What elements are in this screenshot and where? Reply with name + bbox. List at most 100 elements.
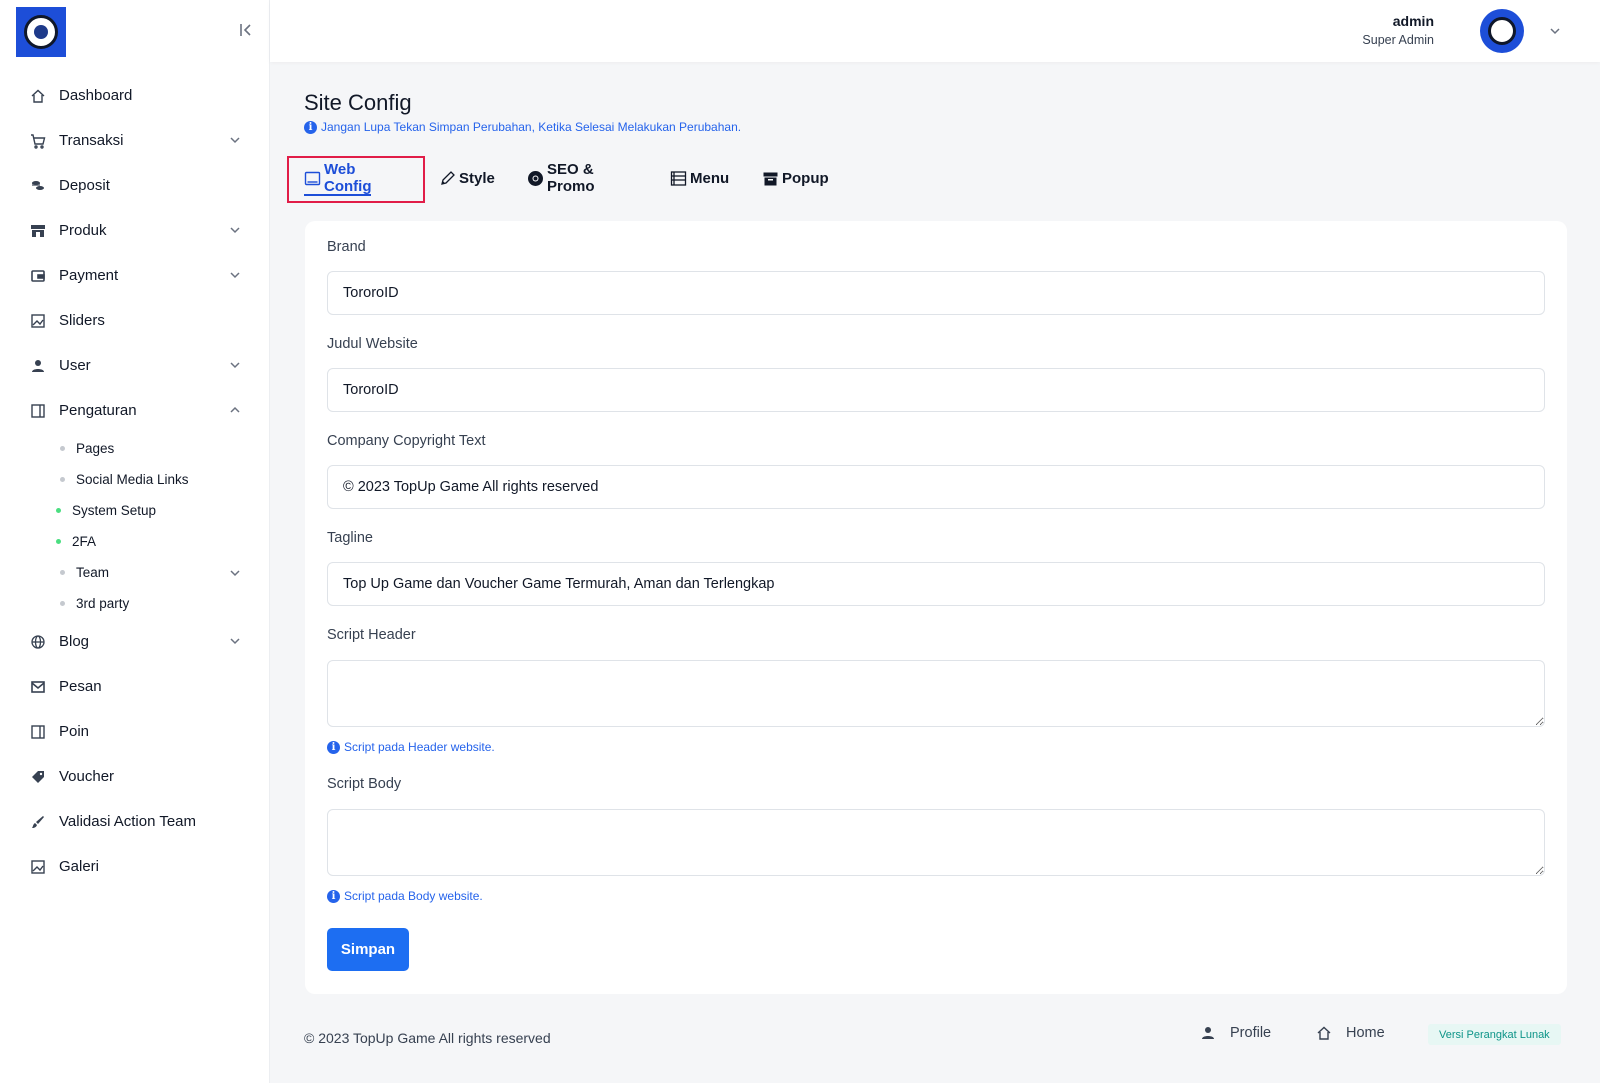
bullet-dot xyxy=(60,446,65,451)
sidebar-item-galeri[interactable]: Galeri xyxy=(0,844,270,889)
sidebar-item-validasi-action-team[interactable]: Validasi Action Team xyxy=(0,799,270,844)
bullet-dot xyxy=(60,570,65,575)
bullet-dot xyxy=(60,601,65,606)
version-badge[interactable]: Versi Perangkat Lunak xyxy=(1428,1024,1561,1045)
tab-style[interactable]: Style xyxy=(439,155,495,201)
sidebar-item-sliders[interactable]: Sliders xyxy=(0,298,270,343)
game-mascot-logo-icon xyxy=(24,15,58,49)
hint-text: Script pada Header website. xyxy=(344,740,495,754)
footer-link-label: Profile xyxy=(1230,1025,1272,1041)
page-note: i Jangan Lupa Tekan Simpan Perubahan, Ke… xyxy=(304,120,741,134)
user-icon xyxy=(1200,1025,1216,1041)
sidebar-item-transaksi[interactable]: Transaksi xyxy=(0,118,270,163)
sidebar-item-user[interactable]: User xyxy=(0,343,270,388)
wallet-icon xyxy=(30,268,46,284)
tab-popup[interactable]: Popup xyxy=(762,155,829,201)
window-icon xyxy=(304,170,321,187)
tab-menu[interactable]: Menu xyxy=(670,155,729,201)
sidebar-subitem-team[interactable]: Team xyxy=(0,557,270,588)
avatar-image xyxy=(1488,17,1516,45)
archive-icon xyxy=(762,170,779,187)
footer-copyright: © 2023 TopUp Game All rights reserved xyxy=(304,1030,551,1046)
bullet-dot xyxy=(56,508,61,513)
avatar[interactable] xyxy=(1480,9,1524,53)
footer-profile-link[interactable]: Profile xyxy=(1200,1025,1271,1041)
sidebar-subitem-social-media-links[interactable]: Social Media Links xyxy=(0,464,270,495)
sidebar-item-label: Deposit xyxy=(59,177,110,194)
chevron-down-icon xyxy=(228,223,242,237)
coins-icon xyxy=(30,178,46,194)
sidebar-item-label: Pengaturan xyxy=(59,402,137,419)
save-button[interactable]: Simpan xyxy=(327,928,409,971)
sidebar-nav: Dashboard Transaksi Deposit Produk Payme… xyxy=(0,73,270,889)
bullet-dot xyxy=(56,539,61,544)
tab-label: Menu xyxy=(690,169,730,187)
tagline-label: Tagline xyxy=(327,530,373,546)
sidebar-item-blog[interactable]: Blog xyxy=(0,619,270,664)
mail-icon xyxy=(30,679,46,695)
judul-website-input[interactable] xyxy=(327,368,1545,412)
web-config-form-card: Brand Judul Website Company Copyright Te… xyxy=(305,221,1567,994)
sidebar-item-label: Dashboard xyxy=(59,87,133,104)
script-header-hint: i Script pada Header website. xyxy=(327,740,495,754)
globe-icon xyxy=(30,634,46,650)
sidebar-item-pesan[interactable]: Pesan xyxy=(0,664,270,709)
brush-icon xyxy=(30,814,46,830)
footer-home-link[interactable]: Home xyxy=(1316,1025,1385,1041)
tag-icon xyxy=(30,769,46,785)
sidebar-item-poin[interactable]: Poin xyxy=(0,709,270,754)
panel-icon xyxy=(30,403,46,419)
page-note-text: Jangan Lupa Tekan Simpan Perubahan, Keti… xyxy=(321,120,742,134)
chevron-down-icon xyxy=(228,566,242,580)
sidebar-item-label: Poin xyxy=(59,723,90,740)
sidebar-subitem-2fa[interactable]: 2FA xyxy=(0,526,270,557)
image-icon xyxy=(30,859,46,875)
tab-seo-promo[interactable]: SEO & Promo xyxy=(527,155,595,201)
chevron-down-icon xyxy=(228,358,242,372)
store-icon xyxy=(30,223,46,239)
tab-label: Style xyxy=(459,169,495,187)
footer-link-label: Home xyxy=(1346,1025,1385,1041)
pengaturan-submenu: Pages Social Media Links System Setup 2F… xyxy=(0,433,270,619)
brand-input[interactable] xyxy=(327,271,1545,315)
pen-icon xyxy=(439,170,456,187)
sidebar-subitem-pages[interactable]: Pages xyxy=(0,433,270,464)
user-role: Super Admin xyxy=(1362,33,1434,47)
script-header-textarea[interactable] xyxy=(327,660,1545,727)
chevron-down-icon[interactable] xyxy=(1548,24,1562,38)
script-body-textarea[interactable] xyxy=(327,809,1545,876)
sidebar-item-voucher[interactable]: Voucher xyxy=(0,754,270,799)
sidebar-item-pengaturan[interactable]: Pengaturan xyxy=(0,388,270,433)
sidebar-item-dashboard[interactable]: Dashboard xyxy=(0,73,270,118)
brand-logo[interactable] xyxy=(16,7,66,57)
tagline-input[interactable] xyxy=(327,562,1545,606)
sidebar-item-label: Produk xyxy=(59,222,107,239)
user-icon xyxy=(30,358,46,374)
script-header-label: Script Header xyxy=(327,627,416,643)
home-icon xyxy=(1316,1025,1332,1041)
image-icon xyxy=(30,313,46,329)
info-icon: i xyxy=(304,120,317,134)
cart-icon xyxy=(30,133,46,149)
sidebar-item-deposit[interactable]: Deposit xyxy=(0,163,270,208)
sidebar-subitem-3rd-party[interactable]: 3rd party xyxy=(0,588,270,619)
sidebar-subitem-label: Team xyxy=(76,565,110,580)
tab-label: SEO & Promo xyxy=(547,161,595,195)
brand-label: Brand xyxy=(327,239,366,255)
copyright-text-input[interactable] xyxy=(327,465,1545,509)
home-icon xyxy=(30,88,46,104)
collapse-left-icon[interactable] xyxy=(236,20,256,40)
sidebar-subitem-system-setup[interactable]: System Setup xyxy=(0,495,270,526)
tab-web-config[interactable]: Web Config xyxy=(304,155,372,201)
judul-website-label: Judul Website xyxy=(327,336,418,352)
sidebar-item-label: Transaksi xyxy=(59,132,124,149)
sidebar-item-label: Pesan xyxy=(59,678,102,695)
sidebar-item-label: User xyxy=(59,357,91,374)
chevron-down-icon xyxy=(228,268,242,282)
sidebar-subitem-label: Pages xyxy=(76,441,115,456)
bullet-dot xyxy=(60,477,65,482)
script-body-label: Script Body xyxy=(327,776,402,792)
sidebar-item-payment[interactable]: Payment xyxy=(0,253,270,298)
sidebar-item-produk[interactable]: Produk xyxy=(0,208,270,253)
top-header: admin Super Admin xyxy=(270,0,1600,62)
